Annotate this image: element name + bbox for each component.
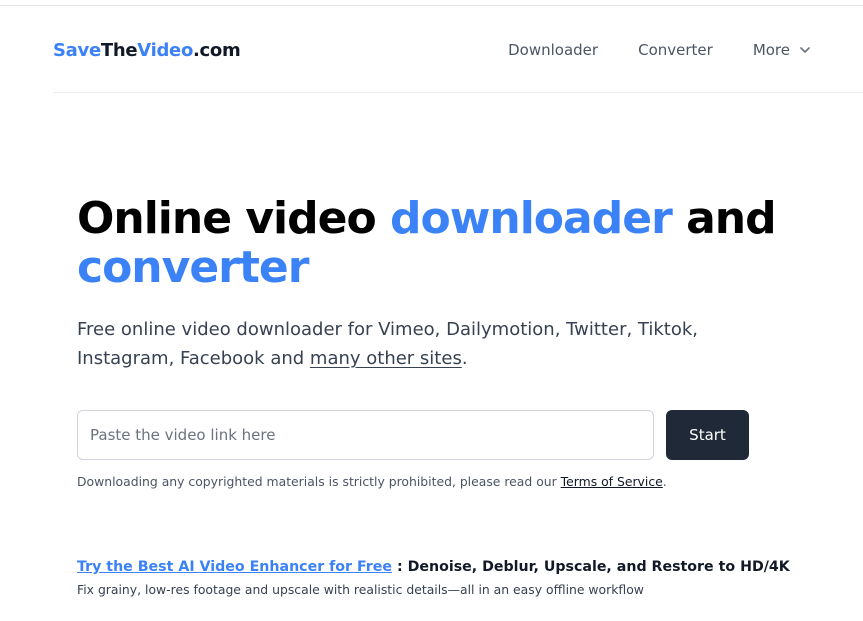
hero-title-part1: Online video xyxy=(77,193,391,244)
logo-video: Video xyxy=(137,39,194,61)
promo-description: Fix grainy, low-res footage and upscale … xyxy=(77,582,644,597)
nav-more-label: More xyxy=(752,41,790,59)
nav-downloader[interactable]: Downloader xyxy=(508,41,598,59)
hero-subtitle: Free online video downloader for Vimeo, … xyxy=(77,315,737,373)
site-logo[interactable]: SaveTheVideo.com xyxy=(53,39,241,61)
nav-converter-label: Converter xyxy=(638,41,713,59)
copyright-disclaimer: Downloading any copyrighted materials is… xyxy=(77,474,797,489)
promo-text: : Denoise, Deblur, Upscale, and Restore … xyxy=(392,559,790,575)
page: SaveTheVideo.com Downloader Converter Mo… xyxy=(0,0,863,621)
nav-downloader-label: Downloader xyxy=(508,41,599,59)
promo-headline: Try the Best AI Video Enhancer for Free … xyxy=(77,559,817,575)
start-button[interactable]: Start xyxy=(666,410,749,460)
hero-title-part2: and xyxy=(671,193,777,244)
hero-title-accent1: downloader xyxy=(390,193,673,244)
hero-title-accent2: converter xyxy=(77,242,309,293)
nav-more[interactable]: More xyxy=(753,41,810,59)
logo-com: .com xyxy=(193,39,241,61)
header-divider xyxy=(53,92,863,93)
many-other-sites-link[interactable]: many other sites xyxy=(310,348,462,369)
video-url-input[interactable] xyxy=(77,410,654,460)
top-border xyxy=(0,5,863,6)
logo-save: Save xyxy=(53,39,101,61)
ai-enhancer-link[interactable]: Try the Best AI Video Enhancer for Free xyxy=(77,559,392,575)
disclaimer-text: Downloading any copyrighted materials is… xyxy=(77,474,561,489)
chevron-down-icon xyxy=(800,47,810,53)
main-nav: Downloader Converter More xyxy=(508,41,810,59)
nav-converter[interactable]: Converter xyxy=(638,41,713,59)
hero-title: Online video downloader and converter xyxy=(77,194,777,292)
site-header: SaveTheVideo.com Downloader Converter Mo… xyxy=(53,28,810,72)
hero-subtitle-end: . xyxy=(461,348,468,369)
disclaimer-end: . xyxy=(662,474,667,489)
terms-of-service-link[interactable]: Terms of Service xyxy=(561,474,663,489)
logo-the: The xyxy=(100,39,138,61)
